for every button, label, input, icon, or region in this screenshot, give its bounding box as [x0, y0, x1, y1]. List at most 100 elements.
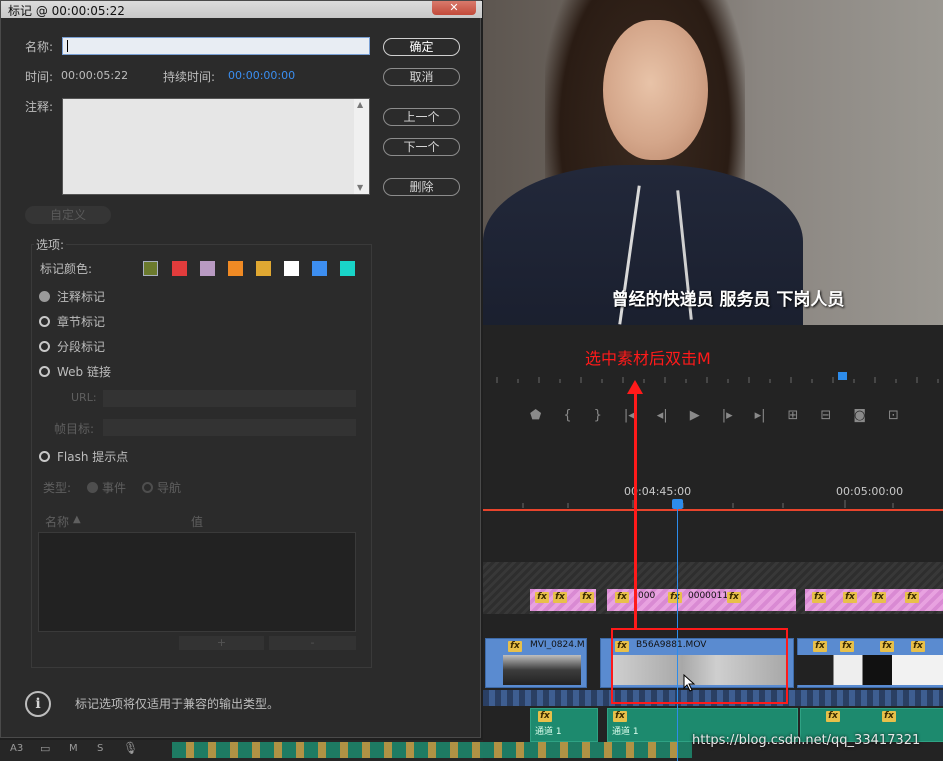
time-label: 时间: [25, 70, 54, 84]
fx-badge: fx [727, 592, 741, 603]
comment-marker-label: 注释标记 [57, 290, 106, 304]
add-marker-icon[interactable]: ⬟ [530, 408, 541, 423]
custom-button[interactable]: 自定义 [25, 206, 111, 224]
flash-cue-label: Flash 提示点 [57, 450, 129, 464]
color-swatch-gold[interactable] [256, 261, 271, 276]
marker-color-label: 标记颜色: [40, 262, 93, 276]
info-icon: i [25, 691, 51, 717]
fx-badge: fx [880, 641, 894, 652]
color-swatch-white[interactable] [284, 261, 299, 276]
delete-button[interactable]: 删除 [383, 178, 460, 196]
extract-icon[interactable]: ⊟ [820, 408, 831, 423]
watermark: https://blog.csdn.net/qq_33417321 [692, 733, 921, 748]
go-to-out-icon[interactable]: ▸| [755, 408, 766, 423]
duration-value[interactable]: 00:00:00:00 [228, 69, 295, 82]
fx-badge: fx [580, 592, 594, 603]
lift-icon[interactable]: ⊞ [788, 408, 799, 423]
fx-badge: fx [613, 711, 627, 722]
url-input[interactable] [103, 390, 356, 407]
duration-label: 持续时间: [163, 70, 216, 84]
fx-badge: fx [872, 592, 886, 603]
highlight-box [611, 628, 788, 704]
fx-badge: fx [882, 711, 896, 722]
audio-clip-label: 通道 1 [612, 727, 639, 737]
cancel-button[interactable]: 取消 [383, 68, 460, 86]
fx-badge: fx [812, 592, 826, 603]
chapter-marker-label: 章节标记 [57, 315, 106, 329]
segmentation-marker-radio[interactable] [39, 341, 50, 352]
frame-target-label: 帧目标: [54, 422, 95, 436]
track-output-icon[interactable]: ▭ [40, 742, 50, 755]
clip-thumbnail [797, 655, 943, 685]
color-swatch-red[interactable] [172, 261, 187, 276]
color-swatch-olive[interactable] [143, 261, 158, 276]
fx-badge: fx [813, 641, 827, 652]
audio-waveform-track [172, 742, 692, 758]
export-frame-icon[interactable]: ◙ [853, 408, 866, 423]
notes-scrollbar[interactable]: ▲ ▼ [354, 99, 369, 194]
play-icon[interactable]: ▶ [690, 408, 700, 423]
microphone-icon[interactable]: 🎙 [123, 741, 138, 755]
timeline-time-label: 00:05:00:00 [836, 485, 904, 498]
notes-textarea[interactable] [62, 98, 370, 195]
fx-badge: fx [843, 592, 857, 603]
preview-face [603, 20, 708, 160]
next-button[interactable]: 下一个 [383, 138, 460, 156]
cue-point-table[interactable] [38, 532, 356, 632]
fx-badge: fx [615, 592, 629, 603]
solo-button[interactable]: S [97, 743, 103, 754]
clip-label: 0000011 [688, 591, 729, 601]
navigation-type-radio[interactable] [142, 482, 153, 493]
url-label: URL: [71, 391, 97, 404]
frame-target-input[interactable] [103, 419, 356, 436]
fx-badge: fx [911, 641, 925, 652]
track-name: A3 [10, 743, 24, 754]
segmentation-marker-label: 分段标记 [57, 340, 106, 354]
clip-label: 000 [638, 591, 656, 601]
add-row-button[interactable]: + [179, 636, 264, 650]
mark-in-icon[interactable]: { [563, 408, 571, 423]
clip-label: MVI_0824.M [530, 640, 585, 650]
fx-badge: fx [840, 641, 854, 652]
timeline-ruler[interactable] [483, 500, 943, 508]
fx-badge: fx [826, 711, 840, 722]
type-label: 类型: [43, 481, 72, 495]
comment-marker-radio[interactable] [39, 291, 50, 302]
mouse-cursor-icon [683, 674, 696, 692]
flash-cue-radio[interactable] [39, 451, 50, 462]
time-value: 00:00:05:22 [61, 69, 129, 82]
step-forward-icon[interactable]: |▸ [722, 408, 733, 423]
close-button[interactable]: ✕ [432, 1, 476, 15]
notes-label: 注释: [25, 100, 54, 114]
program-playhead[interactable] [838, 372, 847, 380]
marker-name-input[interactable] [62, 37, 370, 55]
web-link-radio[interactable] [39, 366, 50, 377]
table-header-name[interactable]: 名称 [45, 513, 69, 530]
color-swatch-lavender[interactable] [200, 261, 215, 276]
color-swatch-blue[interactable] [312, 261, 327, 276]
name-label: 名称: [25, 40, 54, 54]
scroll-up-icon[interactable]: ▲ [357, 100, 363, 109]
footer-note: 标记选项将仅适用于兼容的输出类型。 [75, 697, 280, 711]
program-ruler[interactable] [493, 375, 943, 385]
previous-button[interactable]: 上一个 [383, 108, 460, 126]
color-swatch-cyan[interactable] [340, 261, 355, 276]
tutorial-annotation: 选中素材后双击M [585, 349, 711, 368]
chapter-marker-radio[interactable] [39, 316, 50, 327]
options-title: 选项: [34, 236, 67, 253]
scroll-down-icon[interactable]: ▼ [357, 183, 363, 192]
mark-out-icon[interactable]: } [594, 408, 602, 423]
web-link-label: Web 链接 [57, 365, 111, 379]
event-type-radio[interactable] [87, 482, 98, 493]
mute-button[interactable]: M [69, 743, 78, 754]
step-back-icon[interactable]: ◂| [657, 408, 668, 423]
annotation-arrow [634, 388, 637, 630]
button-editor-icon[interactable]: ⊡ [888, 408, 899, 423]
table-header-value: 值 [191, 515, 204, 529]
color-swatch-orange[interactable] [228, 261, 243, 276]
fx-badge: fx [905, 592, 919, 603]
remove-row-button[interactable]: - [269, 636, 356, 650]
ok-button[interactable]: 确定 [383, 38, 460, 56]
work-area-bar[interactable] [483, 509, 943, 511]
marker-dialog: 标记 @ 00:00:05:22 ✕ 名称: 确定 时间: 00:00:05:2… [0, 0, 482, 738]
